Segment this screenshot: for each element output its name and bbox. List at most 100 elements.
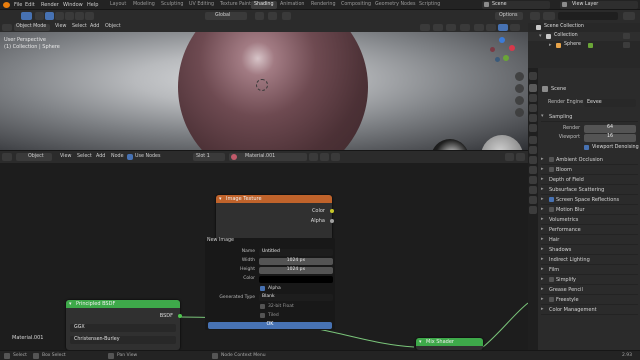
section-header-shadows[interactable]: ▸ Shadows [541, 246, 638, 255]
pin-icon[interactable] [505, 153, 514, 161]
view-layer-tab-icon[interactable] [529, 104, 537, 112]
menu-edit[interactable]: Edit [25, 2, 35, 8]
section-enable-checkbox[interactable] [549, 297, 554, 302]
unlink-material-icon[interactable] [331, 153, 340, 161]
section-enable-checkbox[interactable] [549, 167, 554, 172]
section-header-freestyle[interactable]: ▸ Freestyle [541, 296, 638, 305]
physics-tab-icon[interactable] [529, 166, 537, 174]
section-header-ambient-occlusion[interactable]: ▸ Ambient Occlusion [541, 156, 638, 165]
output-color-socket[interactable] [330, 209, 334, 213]
expand-arrow-icon[interactable]: ▸ [549, 42, 552, 48]
visibility-eye-icon[interactable] [623, 42, 630, 48]
zoom-icon[interactable] [515, 72, 524, 81]
output-alpha-socket[interactable] [330, 219, 334, 223]
proportional-icon[interactable] [282, 12, 291, 20]
name-input[interactable]: Untitled [259, 249, 333, 256]
section-enable-checkbox[interactable] [549, 157, 554, 162]
tab-shading[interactable]: Shading [251, 1, 277, 9]
select-mode-new-button[interactable] [45, 12, 54, 20]
principled-bsdf-header[interactable]: Principled BSDF [66, 300, 180, 308]
subsurface-method-dropdown[interactable]: Christensen-Burley [70, 336, 176, 344]
section-header-indirect-lighting[interactable]: ▸ Indirect Lighting [541, 256, 638, 265]
image-texture-node[interactable]: Image Texture ▾ Color Alpha [216, 195, 334, 243]
node-menu-select[interactable]: Select [77, 154, 92, 159]
display-mode-icon[interactable] [543, 12, 555, 20]
modifier-tab-icon[interactable] [529, 146, 537, 154]
render-samples-field[interactable]: 64 [584, 125, 636, 133]
width-field[interactable]: 1024 px [259, 258, 333, 265]
tab-sculpting[interactable]: Sculpting [158, 1, 186, 9]
principled-bsdf-node[interactable]: Principled BSDF ▾ BSDF GGX Christensen-B… [66, 300, 182, 350]
viewport-menu-object[interactable]: Object [105, 24, 121, 29]
ok-button[interactable]: OK [208, 322, 332, 329]
section-enable-checkbox[interactable] [549, 197, 554, 202]
section-header-subsurface-scattering[interactable]: ▸ Subsurface Scattering [541, 186, 638, 195]
gizmo-icon[interactable] [433, 24, 443, 31]
constraints-tab-icon[interactable] [529, 176, 537, 184]
sphere-object[interactable] [178, 32, 368, 150]
node-menu-view[interactable]: View [60, 154, 71, 159]
orientation-dropdown[interactable]: Global [205, 12, 247, 20]
tab-scripting[interactable]: Scripting [416, 1, 443, 9]
float-checkbox[interactable] [260, 304, 265, 309]
section-header-depth-of-field[interactable]: ▸ Depth of Field [541, 176, 638, 185]
particles-tab-icon[interactable] [529, 156, 537, 164]
render-engine-dropdown[interactable]: Eevee [584, 99, 636, 107]
view-layer-field[interactable]: View Layer [560, 1, 638, 9]
section-enable-checkbox[interactable] [549, 277, 554, 282]
menu-help[interactable]: Help [87, 2, 98, 8]
tab-modeling[interactable]: Modeling [130, 1, 158, 9]
tab-layout[interactable]: Layout [107, 1, 129, 9]
viewport-menu-select[interactable]: Select [72, 24, 87, 29]
world-tab-icon[interactable] [529, 124, 537, 132]
tool-tab-icon[interactable] [529, 72, 537, 80]
pivot-icon[interactable] [255, 12, 264, 20]
collapse-arrow-icon[interactable]: ▾ [69, 301, 72, 307]
image-texture-node-header[interactable]: Image Texture [216, 195, 332, 203]
distribution-dropdown[interactable]: GGX [70, 324, 176, 332]
outliner-search-input[interactable] [558, 12, 618, 20]
section-header-motion-blur[interactable]: ▸ Motion Blur [541, 206, 638, 215]
node-menu-node[interactable]: Node [111, 154, 124, 159]
select-mode-subtract-button[interactable] [65, 12, 74, 20]
pan-icon[interactable] [515, 84, 524, 93]
scene-tab-icon[interactable] [529, 114, 537, 122]
use-nodes-checkbox[interactable] [127, 154, 133, 160]
options-dropdown[interactable]: Options [495, 12, 523, 20]
section-header-simplify[interactable]: ▸ Simplify [541, 276, 638, 285]
mix-shader-node[interactable]: Mix Shader ▾ [416, 338, 483, 350]
slot-dropdown[interactable]: Slot 1 [193, 153, 225, 161]
perspective-toggle-icon[interactable] [515, 108, 524, 117]
select-box-button[interactable] [35, 12, 44, 20]
fake-user-icon[interactable] [309, 153, 318, 161]
3d-viewport[interactable]: User Perspective (1) Collection | Sphere [0, 32, 528, 150]
exclude-checkbox-icon[interactable] [623, 33, 630, 39]
height-field[interactable]: 1024 px [259, 267, 333, 274]
select-mode-extend-button[interactable] [55, 12, 64, 20]
xray-icon[interactable] [460, 24, 470, 31]
menu-file[interactable]: File [14, 2, 22, 8]
outliner-row-collection[interactable]: ▾ Collection [528, 32, 640, 41]
viewport-menu-view[interactable]: View [55, 24, 66, 29]
viewport-menu-add[interactable]: Add [90, 24, 99, 29]
material-tab-icon[interactable] [529, 196, 537, 204]
tab-uv-editing[interactable]: UV Editing [186, 1, 217, 9]
node-editor-type-icon[interactable] [2, 153, 12, 161]
tab-rendering[interactable]: Rendering [308, 1, 339, 9]
outliner-row-sphere[interactable]: ▸ Sphere [528, 41, 640, 50]
select-mode-intersect-button[interactable] [85, 12, 94, 20]
menu-window[interactable]: Window [63, 2, 83, 8]
node-menu-add[interactable]: Add [96, 154, 105, 159]
render-tab-icon[interactable] [529, 84, 537, 92]
mode-dropdown[interactable]: Object Mode [14, 24, 50, 31]
section-header-hair[interactable]: ▸ Hair [541, 236, 638, 245]
editor-type-icon[interactable] [2, 24, 12, 31]
shading-rendered-icon[interactable] [510, 24, 520, 31]
outliner-row-scene-collection[interactable]: Scene Collection [528, 23, 640, 32]
tab-geometry-nodes[interactable]: Geometry Nodes [372, 1, 418, 9]
outliner-panel[interactable]: Scene Collection ▾ Collection ▸ Sphere [528, 23, 640, 68]
object-tab-icon[interactable] [529, 136, 537, 144]
tab-compositing[interactable]: Compositing [338, 1, 374, 9]
select-mode-invert-button[interactable] [75, 12, 84, 20]
shading-solid-icon[interactable] [486, 24, 496, 31]
